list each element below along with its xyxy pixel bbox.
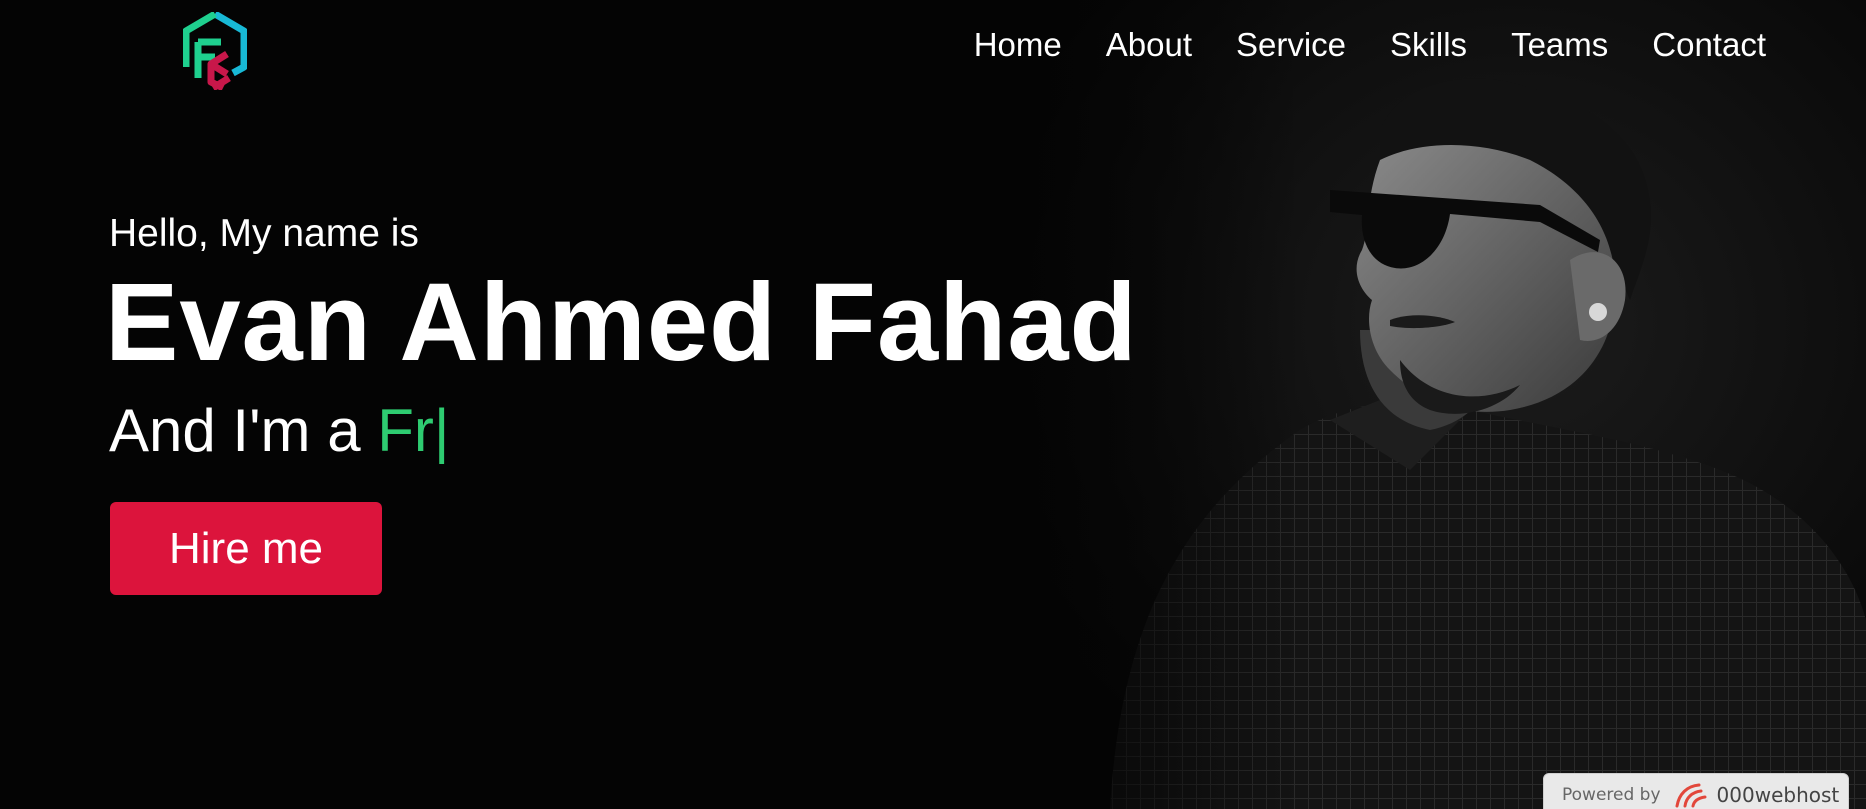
000webhost-brand: 000webhost [1716, 783, 1840, 807]
nav-contact[interactable]: Contact [1652, 22, 1766, 68]
powered-by-badge[interactable]: Powered by 000webhost [1543, 773, 1849, 809]
portrait-image [1000, 0, 1866, 809]
nav-home[interactable]: Home [974, 22, 1062, 68]
hero-role: And I'm a Fr| [109, 397, 449, 465]
main-nav: Home About Service Skills Teams Contact [930, 22, 1766, 68]
hero-section: Home About Service Skills Teams Contact … [0, 0, 1866, 809]
000webhost-icon [1675, 783, 1707, 808]
typing-cursor: | [433, 397, 450, 464]
fe-hexagon-logo-icon[interactable] [182, 10, 248, 92]
role-typed-text: Fr [377, 397, 434, 464]
hero-intro: Hello, My name is [109, 212, 419, 255]
nav-service[interactable]: Service [1236, 22, 1346, 68]
powered-by-label: Powered by [1562, 785, 1661, 805]
nav-skills[interactable]: Skills [1390, 22, 1467, 68]
nav-teams[interactable]: Teams [1511, 22, 1608, 68]
hire-me-button[interactable]: Hire me [110, 502, 382, 595]
hero-name: Evan Ahmed Fahad [105, 261, 1138, 384]
nav-about[interactable]: About [1106, 22, 1192, 68]
role-prefix: And I'm a [109, 397, 378, 464]
